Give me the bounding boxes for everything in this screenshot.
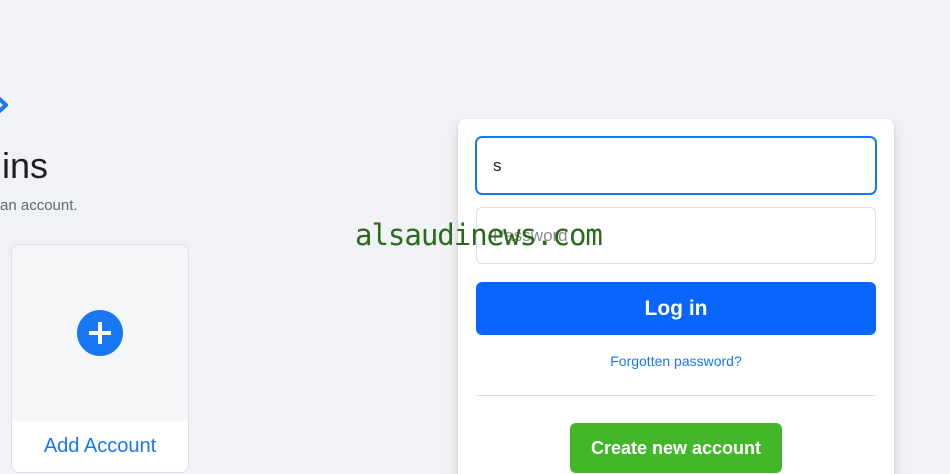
recent-logins-title: jins [0, 145, 49, 186]
forgot-password-link[interactable]: Forgotten password? [458, 353, 894, 369]
recent-logins-subtitle: an account. [0, 197, 78, 214]
add-account-label[interactable]: Add Account [12, 435, 188, 458]
facebook-logo-icon [0, 88, 9, 118]
add-account-card[interactable]: Add Account [11, 244, 189, 473]
divider [476, 395, 876, 396]
plus-icon[interactable] [77, 310, 123, 356]
create-account-button[interactable]: Create new account [570, 423, 782, 473]
password-field[interactable] [476, 207, 876, 264]
email-field[interactable] [476, 137, 876, 194]
login-card: Log in Forgotten password? Create new ac… [458, 119, 894, 474]
add-account-card-top [12, 245, 188, 421]
login-button[interactable]: Log in [476, 282, 876, 335]
